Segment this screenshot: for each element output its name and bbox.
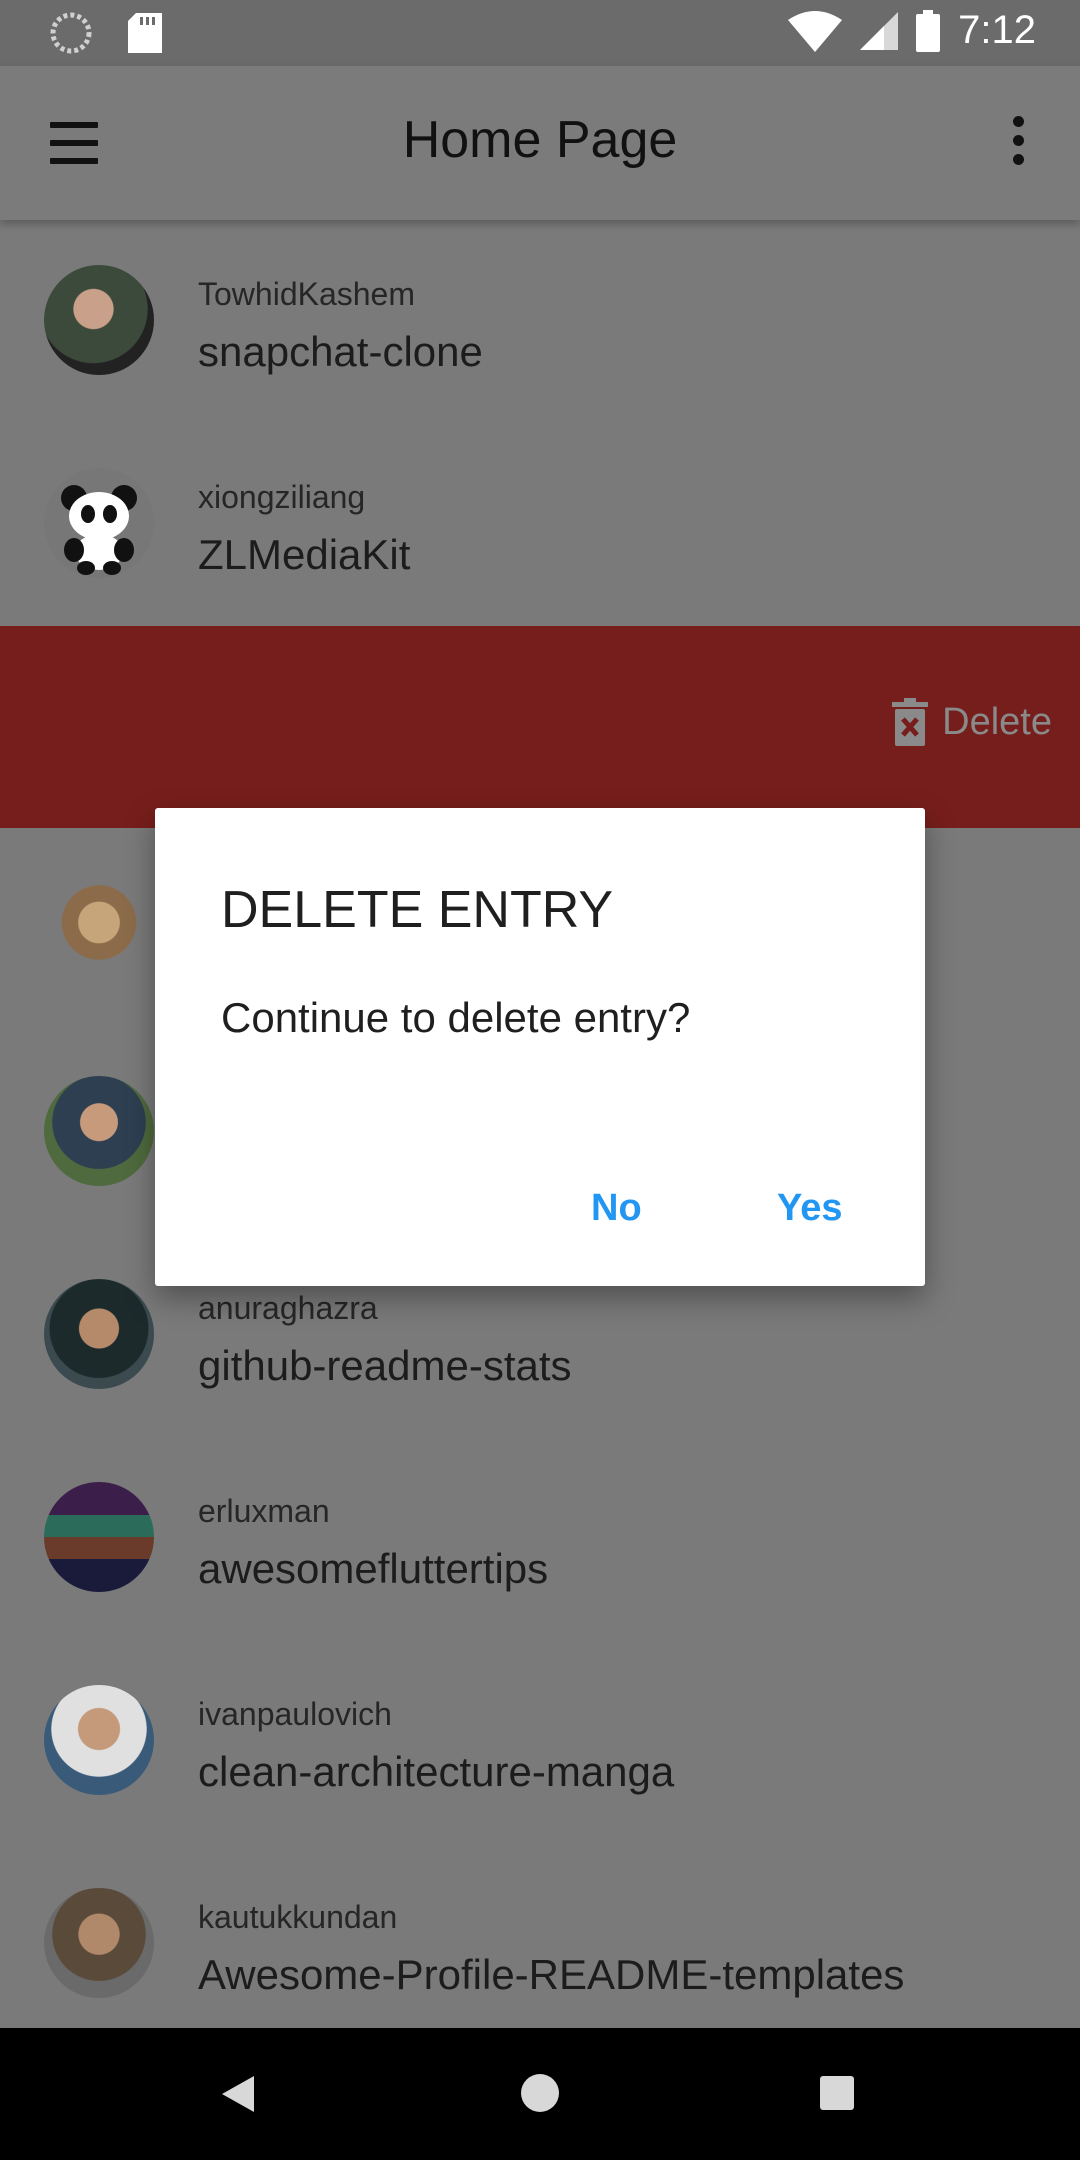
status-time: 7:12 — [958, 8, 1036, 52]
item-owner: xiongziliang — [198, 479, 366, 515]
item-owner: ivanpaulovich — [198, 1696, 392, 1732]
battery-icon — [916, 9, 941, 52]
list-item[interactable]: xiongziliang ZLMediaKit — [0, 423, 1080, 626]
dialog-message: Continue to delete entry? — [221, 994, 691, 1041]
more-options-icon[interactable] — [1006, 116, 1030, 170]
avatar — [44, 1076, 154, 1186]
dialog-title: DELETE ENTRY — [221, 881, 614, 939]
item-repo-name: Awesome-Profile-README-templates — [198, 1951, 905, 1998]
status-bar: 7:12 — [0, 0, 1080, 66]
item-owner: erluxman — [198, 1493, 330, 1529]
page-title: Home Page — [402, 111, 678, 169]
sd-card-icon — [128, 13, 162, 53]
list-item[interactable]: kautukkundan Awesome-Profile-README-temp… — [0, 1843, 1080, 2028]
sync-icon — [50, 12, 92, 54]
no-button[interactable]: No — [569, 1168, 664, 1248]
item-repo-name: snapchat-clone — [198, 328, 483, 375]
recents-icon[interactable] — [820, 2076, 854, 2110]
list-item[interactable]: erluxman awesomefluttertips — [0, 1437, 1080, 1640]
item-repo-name: clean-architecture-manga — [198, 1748, 675, 1795]
panda-icon — [61, 485, 137, 575]
wifi-icon — [788, 10, 843, 52]
app-bar: Home Page — [0, 66, 1080, 220]
avatar — [44, 1482, 154, 1592]
avatar — [44, 468, 154, 578]
item-owner: anuraghazra — [198, 1290, 378, 1326]
avatar — [44, 873, 154, 983]
list-item[interactable]: ivanpaulovich clean-architecture-manga — [0, 1640, 1080, 1843]
item-repo-name: github-readme-stats — [198, 1342, 572, 1389]
delete-label: Delete — [942, 700, 1052, 743]
yes-button[interactable]: Yes — [755, 1168, 865, 1248]
signal-icon — [860, 11, 899, 50]
system-nav-bar — [0, 2028, 1080, 2160]
swipe-delete-background[interactable]: Delete — [0, 626, 1080, 828]
item-repo-name: awesomefluttertips — [198, 1545, 549, 1592]
delete-dialog: DELETE ENTRY Continue to delete entry? N… — [155, 808, 925, 1286]
home-icon[interactable] — [521, 2074, 559, 2112]
item-owner: kautukkundan — [198, 1899, 398, 1935]
avatar — [44, 1888, 154, 1998]
trash-icon — [892, 698, 929, 746]
avatar — [44, 1685, 154, 1795]
item-repo-name: ZLMediaKit — [198, 531, 411, 578]
avatar — [44, 265, 154, 375]
delete-action[interactable]: Delete — [892, 698, 1052, 746]
avatar — [44, 1279, 154, 1389]
back-icon[interactable] — [220, 2074, 256, 2114]
item-owner: TowhidKashem — [198, 276, 415, 312]
list-item[interactable]: TowhidKashem snapchat-clone — [0, 220, 1080, 423]
